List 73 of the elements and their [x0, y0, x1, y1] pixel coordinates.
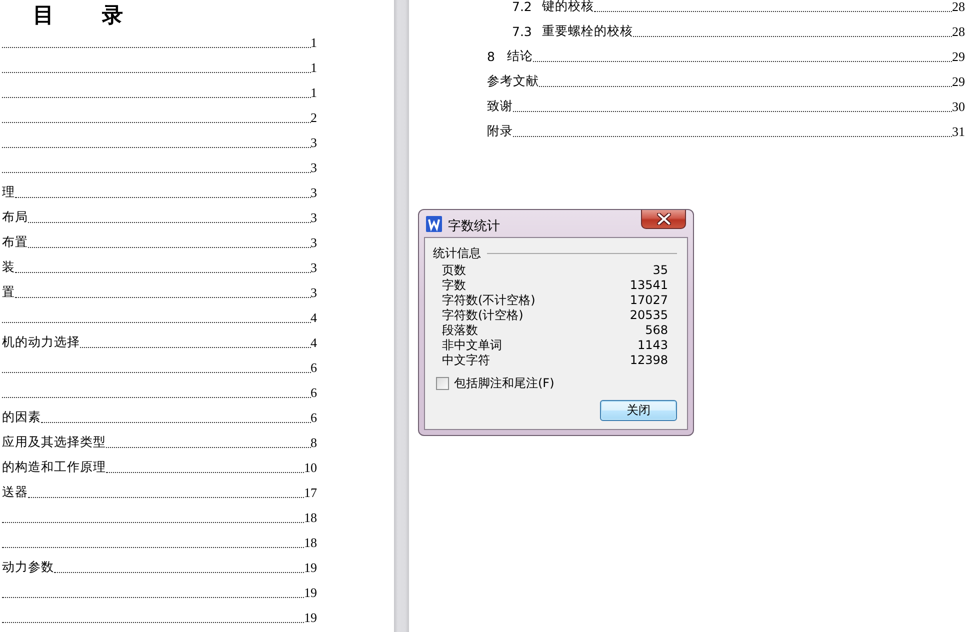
toc-entry-title: 动力参数 [2, 559, 54, 576]
page-number: 6 [310, 410, 317, 426]
stat-value: 568 [645, 323, 668, 338]
page-number: 3 [310, 160, 317, 176]
page-number: 28 [952, 0, 965, 14]
dialog-title: 字数统计 [448, 218, 500, 235]
page-number: 6 [310, 360, 317, 376]
stat-label: 字符数(不计空格) [442, 293, 536, 308]
page-number: 3 [310, 184, 317, 200]
toc-entry-title: 附录 [487, 123, 513, 140]
toc-entry-title: 应用及其选择类型 [2, 434, 106, 451]
stat-value: 12398 [630, 353, 668, 368]
toc-entry-title: 布局 [2, 209, 28, 226]
stat-label: 字符数(计空格) [442, 308, 524, 323]
stat-label: 中文字符 [442, 353, 490, 368]
toc-entry-title: 装 [2, 259, 15, 276]
page-number: 29 [952, 48, 965, 64]
toc-entry-title: 置 [2, 284, 15, 301]
page-number: 4 [310, 334, 317, 350]
checkbox[interactable] [436, 376, 449, 390]
close-dialog-button[interactable]: 关闭 [600, 400, 677, 421]
toc-heading: 目 录 [33, 2, 125, 29]
page-number: 3 [310, 234, 317, 250]
toc-entry-title: 键的校核 [542, 0, 594, 15]
page-number: 3 [310, 134, 317, 150]
page-number: 18 [304, 534, 317, 550]
page-number: 19 [304, 560, 317, 576]
page-number: 1 [310, 60, 317, 76]
page-number: 30 [952, 98, 965, 114]
stat-value: 13541 [630, 278, 668, 293]
group-label: 统计信息 [433, 244, 481, 262]
page-number: 28 [952, 24, 965, 40]
stat-label: 字数 [442, 278, 466, 293]
toc-entry-number: 8 [487, 49, 496, 64]
toc-entry-title: 参考文献 [487, 73, 539, 90]
stat-label: 非中文单词 [442, 338, 502, 353]
page-number: 1 [310, 84, 317, 100]
page-number: 6 [310, 384, 317, 400]
toc-entry-title: 的构造和工作原理 [2, 459, 106, 476]
toc-entry-title: 机的动力选择 [2, 334, 80, 351]
stat-value: 1143 [637, 338, 668, 353]
page-number: 4 [310, 310, 317, 326]
page-number: 8 [310, 434, 317, 450]
page-number: 29 [952, 74, 965, 90]
stat-label: 页数 [442, 263, 466, 278]
page-number: 2 [310, 110, 317, 126]
page-number: 31 [952, 124, 965, 140]
page-number: 3 [310, 260, 317, 276]
stat-value: 35 [652, 263, 668, 278]
toc-entry-title: 的因素 [2, 409, 41, 426]
page-number: 18 [304, 510, 317, 526]
page-number: 19 [304, 584, 317, 600]
toc-entry-title: 重要螺栓的校核 [542, 23, 633, 40]
toc-entry-title: 送器 [2, 484, 28, 501]
page-number: 3 [310, 284, 317, 300]
page-number: 19 [304, 610, 317, 626]
checkbox-label: 包括脚注和尾注(F) [454, 374, 554, 392]
page-number: 10 [304, 460, 317, 476]
stat-value: 20535 [630, 308, 668, 323]
page-number: 3 [310, 210, 317, 226]
close-icon [656, 213, 670, 225]
toc-entry-title: 致谢 [487, 98, 513, 115]
page-number: 17 [304, 484, 317, 500]
page-number: 1 [310, 34, 317, 50]
app-icon [426, 216, 442, 232]
stat-value: 17027 [630, 293, 668, 308]
toc-entry-title: 结论 [507, 48, 533, 65]
toc-entry-number: 7.3 [512, 24, 533, 39]
toc-entry-number: 7.2 [512, 0, 533, 14]
stat-label: 段落数 [442, 323, 478, 338]
toc-entry-title: 理 [2, 184, 15, 201]
close-button[interactable] [641, 210, 686, 229]
toc-entry-title: 布置 [2, 234, 28, 251]
